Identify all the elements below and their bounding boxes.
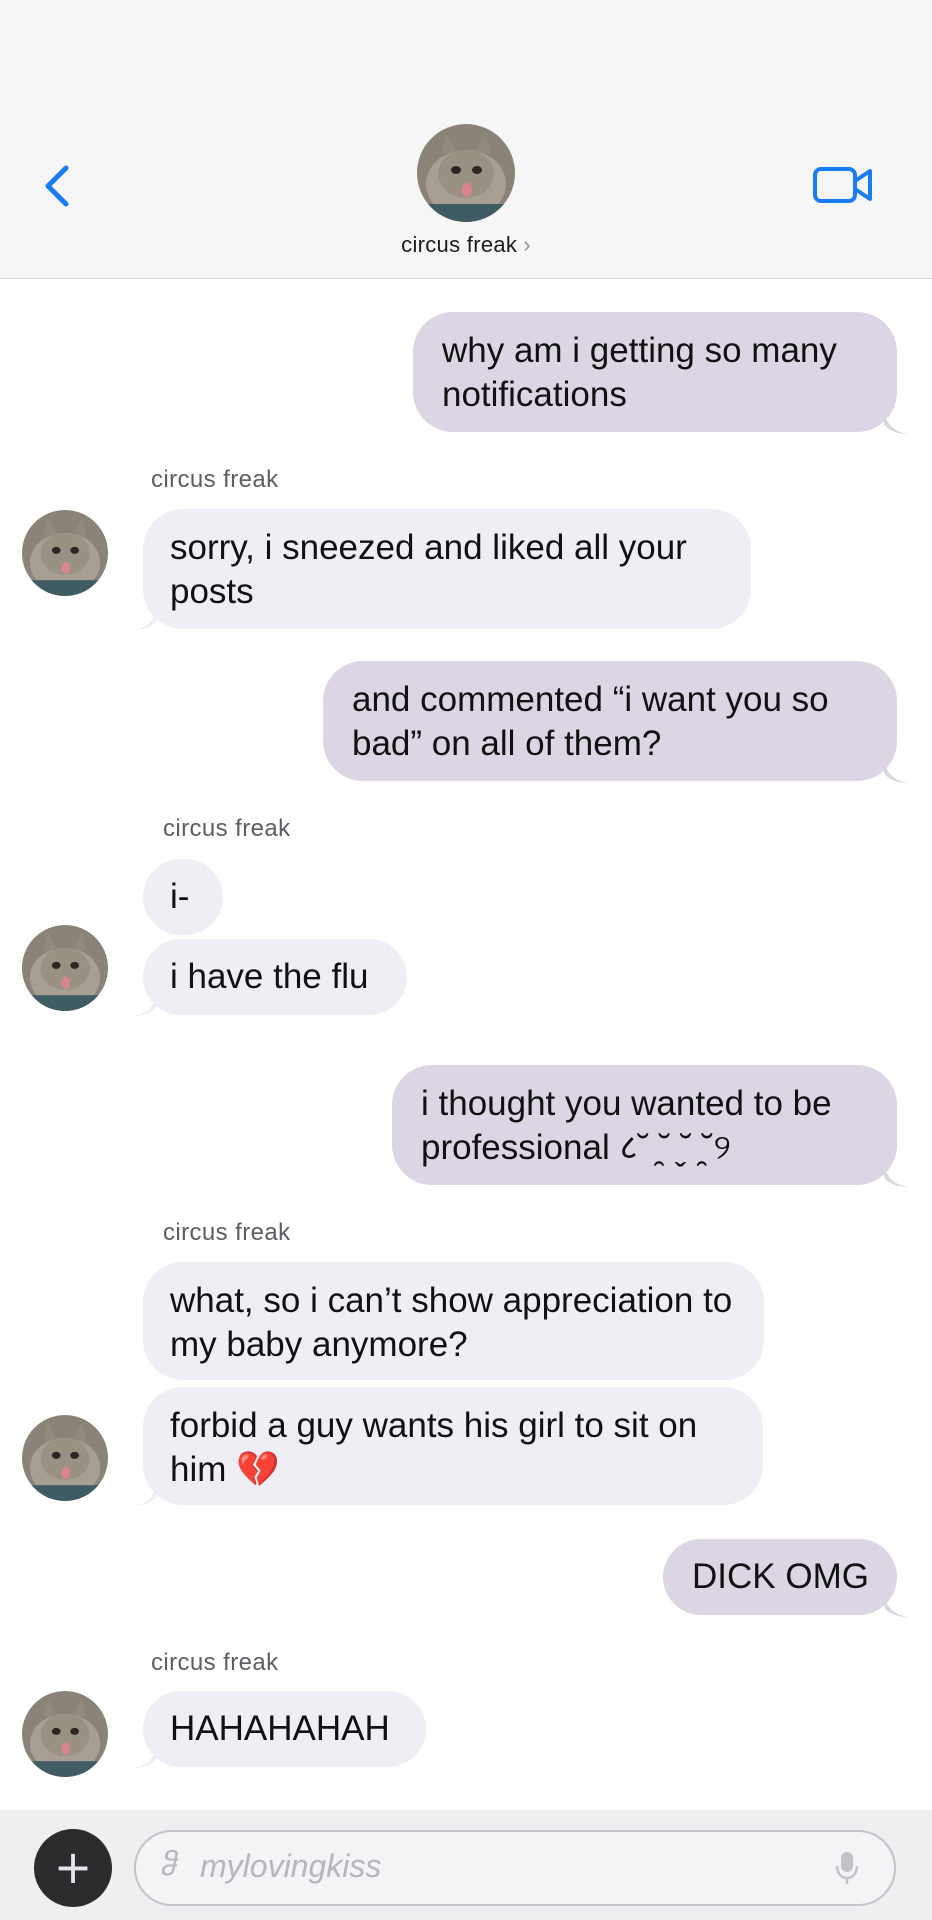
outgoing-message[interactable]: i thought you wanted to be professional … <box>392 1065 897 1185</box>
bubble-tail <box>133 992 157 1016</box>
contact-avatar[interactable] <box>417 124 515 222</box>
bubble-tail <box>133 606 157 630</box>
contact-avatar[interactable] <box>22 510 108 596</box>
bubble-tail <box>133 1744 157 1768</box>
message-input-placeholder: mylovingkiss <box>200 1848 382 1884</box>
microphone-icon[interactable] <box>834 1850 860 1886</box>
plus-icon: + <box>53 1840 93 1894</box>
contact-name-button[interactable]: circus freak › <box>0 232 932 258</box>
chevron-left-icon[interactable] <box>38 162 78 210</box>
incoming-message[interactable]: i have the flu <box>143 939 407 1015</box>
message-text: forbid a guy wants his girl to sit on hi… <box>170 1406 698 1489</box>
sender-label: circus freak <box>151 466 279 493</box>
bubble-tail <box>884 759 908 783</box>
message-text: i thought you wanted to be professional … <box>421 1084 832 1167</box>
outgoing-message[interactable]: and commented “i want you so bad” on all… <box>323 661 897 781</box>
incoming-message[interactable]: what, so i can’t show appreciation to my… <box>143 1262 764 1380</box>
message-text: DICK OMG <box>692 1557 869 1596</box>
sender-label: circus freak <box>163 815 291 842</box>
message-text: sorry, i sneezed and liked all your post… <box>170 528 687 611</box>
outgoing-message[interactable]: DICK OMG <box>663 1539 897 1615</box>
contact-avatar[interactable] <box>22 925 108 1011</box>
incoming-message[interactable]: sorry, i sneezed and liked all your post… <box>143 509 751 629</box>
bubble-tail <box>884 1163 908 1187</box>
bubble-tail <box>884 410 908 434</box>
message-text: what, so i can’t show appreciation to my… <box>170 1281 733 1364</box>
bubble-tail <box>133 1482 157 1506</box>
video-camera-icon[interactable] <box>812 162 874 208</box>
sender-label: circus freak <box>151 1649 279 1676</box>
chevron-right-icon: › <box>523 232 531 257</box>
contact-avatar[interactable] <box>22 1415 108 1501</box>
input-prefix-glyph: ჵ <box>160 1849 177 1882</box>
contact-name: circus freak <box>401 232 518 257</box>
outgoing-message[interactable]: why am i getting so many notifications <box>413 312 897 432</box>
incoming-message[interactable]: forbid a guy wants his girl to sit on hi… <box>143 1387 763 1505</box>
incoming-message[interactable]: i- <box>143 859 223 935</box>
add-attachment-button[interactable]: + <box>34 1829 112 1907</box>
bubble-tail <box>884 1593 908 1617</box>
contact-avatar[interactable] <box>22 1691 108 1777</box>
message-text: i have the flu <box>170 957 369 996</box>
message-text: why am i getting so many notifications <box>442 331 837 414</box>
message-text: HAHAHAHAH <box>170 1709 390 1748</box>
sender-label: circus freak <box>163 1219 291 1246</box>
message-text: and commented “i want you so bad” on all… <box>352 680 829 763</box>
incoming-message[interactable]: HAHAHAHAH <box>143 1691 426 1767</box>
message-text: i- <box>170 877 190 916</box>
